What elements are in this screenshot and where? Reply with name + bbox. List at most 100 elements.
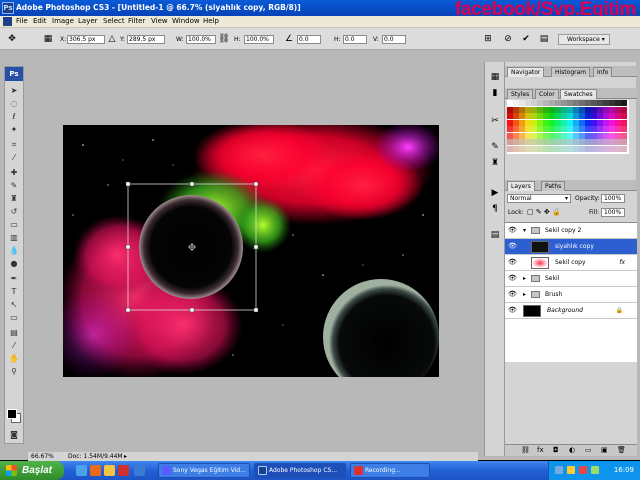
move-tool-icon[interactable]: ➤: [8, 85, 20, 96]
x-position-field[interactable]: 306.5 px: [67, 35, 105, 44]
layer-effects-badge[interactable]: fx: [619, 259, 625, 266]
fill-field[interactable]: 100%: [601, 208, 625, 217]
zoom-level[interactable]: 66.67%: [31, 453, 54, 460]
menu-layer[interactable]: Layer: [78, 17, 98, 25]
h-skew-field[interactable]: 0.0: [343, 35, 367, 44]
hand-tool-icon[interactable]: ✋: [8, 353, 20, 364]
reference-point-icon[interactable]: ▦: [42, 33, 54, 45]
blend-mode-select[interactable]: Normal ▾: [507, 194, 571, 203]
quick-launch-desktop-icon[interactable]: [134, 465, 145, 476]
tab-styles[interactable]: Styles: [507, 89, 534, 99]
tab-color[interactable]: Color: [535, 89, 559, 99]
eye-icon[interactable]: 👁: [508, 274, 517, 282]
histogram-panel-icon[interactable]: ▮: [488, 86, 502, 100]
workspace-button[interactable]: Workspace ▾: [558, 34, 610, 45]
tool-presets-icon[interactable]: ✂: [488, 114, 502, 128]
cancel-transform-icon[interactable]: ⊘: [502, 33, 514, 45]
layer-row-sekil-copy[interactable]: 👁 Sekil copy fx: [505, 255, 637, 271]
height-field[interactable]: 100.0%: [244, 35, 274, 44]
path-selection-tool-icon[interactable]: ↖: [8, 299, 20, 310]
brushes-panel-icon[interactable]: ✎: [488, 140, 502, 154]
group-collapsed-arrow-icon[interactable]: ▸: [523, 291, 526, 298]
lasso-tool-icon[interactable]: ℓ: [8, 111, 20, 122]
tray-network-icon[interactable]: [555, 466, 563, 474]
paragraph-panel-icon[interactable]: ¶: [488, 202, 502, 216]
quick-launch-folder-icon[interactable]: [104, 465, 115, 476]
pen-tool-icon[interactable]: ✒: [8, 273, 20, 284]
info-panel-icon[interactable]: ▤: [488, 228, 502, 242]
tab-layers[interactable]: Layers: [507, 181, 535, 191]
trash-icon[interactable]: 🗑: [617, 446, 626, 454]
lock-options-icons[interactable]: ▢ ✎ ✥ 🔒: [527, 208, 561, 216]
group-expanded-arrow-icon[interactable]: ▾: [523, 227, 526, 234]
clone-stamp-tool-icon[interactable]: ♜: [8, 193, 20, 204]
layer-row-sekil[interactable]: 👁 ▸ Sekil: [505, 271, 637, 287]
eye-icon[interactable]: 👁: [508, 258, 517, 266]
tab-swatches[interactable]: Swatches: [560, 89, 597, 99]
eye-icon[interactable]: 👁: [508, 290, 517, 298]
eyedropper-tool-icon[interactable]: ⁄: [8, 340, 20, 351]
marquee-tool-icon[interactable]: ◌: [8, 98, 20, 109]
width-field[interactable]: 100.0%: [186, 35, 216, 44]
quick-launch-app-icon[interactable]: [118, 465, 129, 476]
group-collapsed-arrow-icon[interactable]: ▸: [523, 275, 526, 282]
crop-tool-icon[interactable]: ⌗: [8, 139, 20, 150]
layer-row-brush[interactable]: 👁 ▸ Brush: [505, 287, 637, 303]
foreground-color-swatch[interactable]: [7, 409, 17, 419]
eye-icon[interactable]: 👁: [508, 226, 517, 234]
taskbar-item-recording[interactable]: Recording...: [350, 463, 430, 478]
magic-wand-tool-icon[interactable]: ✦: [8, 124, 20, 135]
history-brush-tool-icon[interactable]: ↺: [8, 206, 20, 217]
tray-volume-icon[interactable]: [567, 466, 575, 474]
new-group-icon[interactable]: ▭: [585, 446, 592, 454]
layer-mask-icon[interactable]: ◘: [553, 446, 559, 454]
app-menu-icon[interactable]: [3, 17, 12, 26]
menu-image[interactable]: Image: [52, 17, 74, 25]
type-tool-icon[interactable]: T: [8, 286, 20, 297]
tray-app-icon[interactable]: [591, 466, 599, 474]
swatch[interactable]: [621, 106, 627, 113]
brush-tool-icon[interactable]: ✎: [8, 180, 20, 191]
document-canvas[interactable]: [63, 125, 439, 377]
start-button[interactable]: Başlat: [0, 461, 64, 480]
layer-row-siyahlik-copy[interactable]: 👁 siyahlık copy: [505, 239, 637, 255]
navigator-panel-icon[interactable]: ▦: [488, 70, 502, 84]
menu-filter[interactable]: Filter: [128, 17, 145, 25]
eye-icon[interactable]: 👁: [508, 306, 517, 314]
link-layers-icon[interactable]: ⛓: [521, 446, 530, 454]
menu-edit[interactable]: Edit: [33, 17, 47, 25]
tab-info[interactable]: Info: [593, 67, 613, 77]
y-position-field[interactable]: 289.5 px: [127, 35, 165, 44]
swatch[interactable]: [621, 119, 627, 126]
menu-window[interactable]: Window: [172, 17, 200, 25]
blur-tool-icon[interactable]: 💧: [8, 245, 20, 256]
commit-transform-icon[interactable]: ✔: [520, 33, 532, 45]
clone-source-icon[interactable]: ♜: [488, 156, 502, 170]
taskbar-item-photoshop[interactable]: Adobe Photoshop CS...: [254, 463, 346, 478]
slice-tool-icon[interactable]: ⁄: [8, 152, 20, 163]
layer-row-sekil-copy-2[interactable]: 👁 ▾ Sekil copy 2: [505, 223, 637, 239]
quick-launch-ie-icon[interactable]: [76, 465, 87, 476]
menu-file[interactable]: File: [16, 17, 28, 25]
menu-help[interactable]: Help: [203, 17, 219, 25]
swatch[interactable]: [621, 132, 627, 139]
swatch-grid[interactable]: [507, 100, 629, 154]
swatch[interactable]: [621, 145, 627, 152]
warp-mode-icon[interactable]: ⊞: [482, 33, 494, 45]
new-layer-icon[interactable]: ▣: [601, 446, 608, 454]
taskbar-item-sony-vegas[interactable]: Sony Vegas Eğitim Vid...: [158, 463, 250, 478]
swatch[interactable]: [621, 113, 627, 119]
menu-select[interactable]: Select: [103, 17, 125, 25]
relative-position-icon[interactable]: △: [106, 33, 118, 45]
v-skew-field[interactable]: 0.0: [382, 35, 406, 44]
layer-style-icon[interactable]: fx: [537, 446, 544, 454]
quick-launch-firefox-icon[interactable]: [90, 465, 101, 476]
tab-histogram[interactable]: Histogram: [551, 67, 591, 77]
layer-row-background[interactable]: 👁 Background 🔒: [505, 303, 637, 319]
angle-field[interactable]: 0.0: [297, 35, 321, 44]
tray-security-icon[interactable]: [579, 466, 587, 474]
gradient-tool-icon[interactable]: ▥: [8, 232, 20, 243]
link-icon[interactable]: ⛓: [218, 33, 230, 45]
eraser-tool-icon[interactable]: ▭: [8, 219, 20, 230]
swatch[interactable]: [621, 126, 627, 132]
